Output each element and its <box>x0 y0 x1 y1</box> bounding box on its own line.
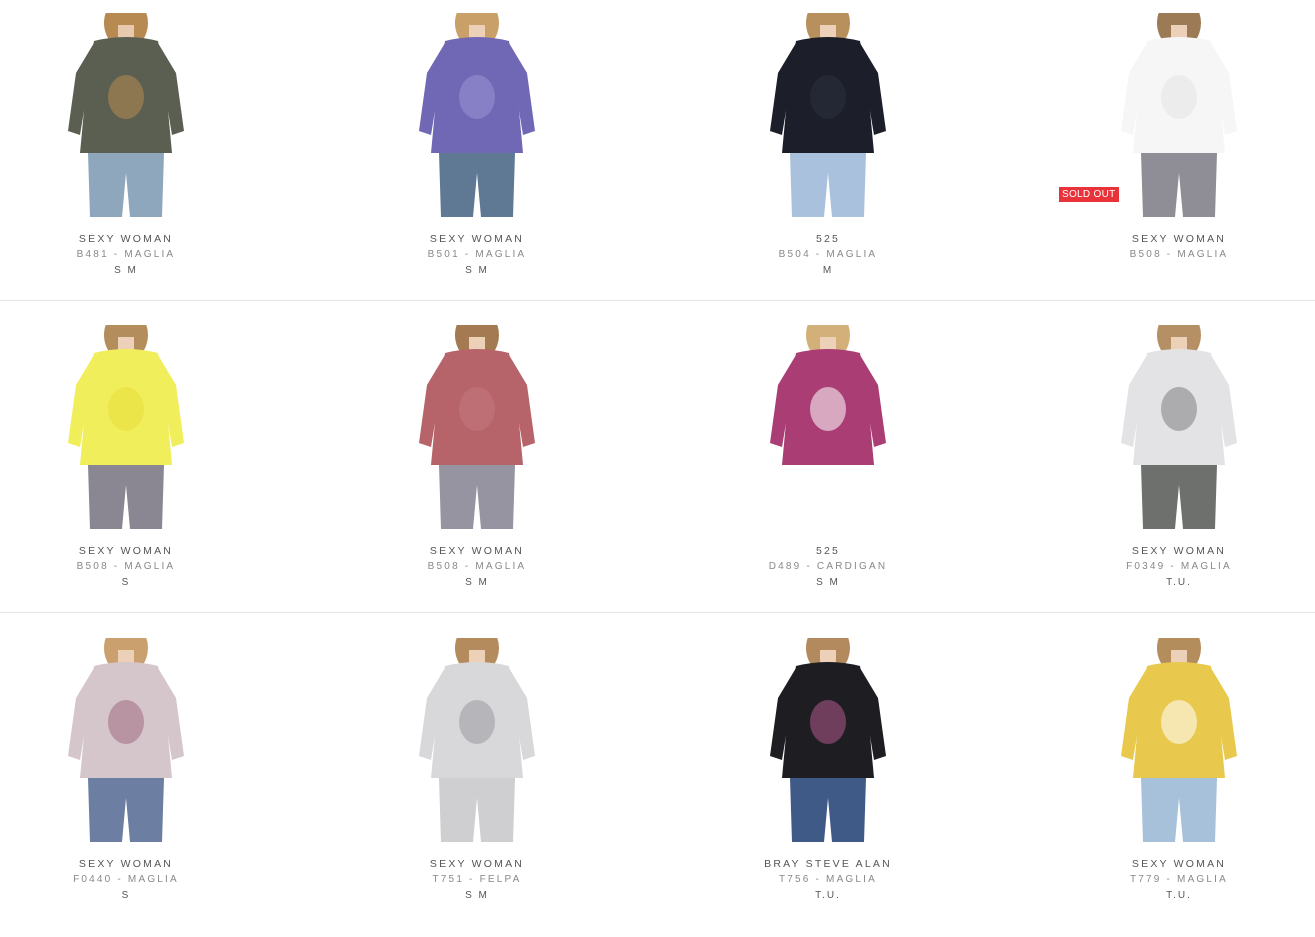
product-row: SEXY WOMAN B481 - MAGLIA S M SEXY WOMAN B501… <box>0 0 1315 312</box>
product-brand[interactable]: SEXY WOMAN <box>1029 233 1315 245</box>
product-card[interactable]: SEXY WOMAN F0349 - MAGLIA T.U. <box>1029 312 1315 612</box>
product-brand[interactable]: SEXY WOMAN <box>1029 858 1315 870</box>
product-brand[interactable]: SEXY WOMAN <box>327 858 627 870</box>
product-model[interactable]: F0349 - MAGLIA <box>1029 561 1315 572</box>
product-sizes: M <box>822 265 834 276</box>
product-sizes: S M <box>465 265 489 276</box>
product-brand[interactable]: SEXY WOMAN <box>0 233 276 245</box>
product-image[interactable] <box>1085 638 1273 842</box>
product-model[interactable]: B508 - MAGLIA <box>0 561 276 572</box>
product-sizes: S M <box>816 577 840 588</box>
product-sizes: S M <box>465 890 489 901</box>
product-model[interactable]: T779 - MAGLIA <box>1029 874 1315 885</box>
product-model[interactable]: B504 - MAGLIA <box>678 249 978 260</box>
product-image[interactable] <box>734 13 922 217</box>
product-model[interactable]: B501 - MAGLIA <box>327 249 627 260</box>
product-row: SEXY WOMAN B508 - MAGLIA S SEXY WOMAN B508 -… <box>0 312 1315 624</box>
product-card[interactable]: SEXY WOMAN B501 - MAGLIA S M <box>327 0 627 300</box>
product-brand[interactable]: SEXY WOMAN <box>0 545 276 557</box>
product-image[interactable] <box>383 13 571 217</box>
product-card[interactable]: SEXY WOMAN B508 - MAGLIA S <box>0 312 276 612</box>
product-model[interactable]: B508 - MAGLIA <box>1029 249 1315 260</box>
product-brand[interactable]: SEXY WOMAN <box>327 545 627 557</box>
product-brand[interactable]: 525 <box>678 233 978 245</box>
product-card[interactable]: BRAY STEVE ALAN T756 - MAGLIA T.U. <box>678 625 978 925</box>
product-image[interactable] <box>32 13 220 217</box>
product-sizes: T.U. <box>815 890 841 901</box>
product-image[interactable] <box>734 638 922 842</box>
product-sizes: S M <box>114 265 138 276</box>
product-card[interactable]: SEXY WOMAN F0440 - MAGLIA S <box>0 625 276 925</box>
product-sizes: T.U. <box>1166 890 1192 901</box>
product-image[interactable] <box>734 325 922 529</box>
product-card[interactable]: SEXY WOMAN B508 - MAGLIA SOLD OUT <box>1029 0 1315 300</box>
product-brand[interactable]: SEXY WOMAN <box>1029 545 1315 557</box>
product-image[interactable] <box>383 638 571 842</box>
product-brand[interactable]: BRAY STEVE ALAN <box>678 858 978 870</box>
product-model[interactable]: B508 - MAGLIA <box>327 561 627 572</box>
product-sizes: S M <box>465 577 489 588</box>
product-card[interactable]: SEXY WOMAN T779 - MAGLIA T.U. <box>1029 625 1315 925</box>
product-image[interactable] <box>383 325 571 529</box>
product-brand[interactable]: 525 <box>678 545 978 557</box>
product-image[interactable] <box>32 638 220 842</box>
sold-out-badge: SOLD OUT <box>1059 187 1119 202</box>
product-model[interactable]: D489 - CARDIGAN <box>678 561 978 572</box>
product-card[interactable]: SEXY WOMAN B508 - MAGLIA S M <box>327 312 627 612</box>
product-model[interactable]: T756 - MAGLIA <box>678 874 978 885</box>
product-brand[interactable]: SEXY WOMAN <box>0 858 276 870</box>
product-model[interactable]: B481 - MAGLIA <box>0 249 276 260</box>
product-sizes: T.U. <box>1166 577 1192 588</box>
product-sizes: S <box>121 890 131 901</box>
product-image[interactable] <box>1085 325 1273 529</box>
product-card[interactable]: 525 D489 - CARDIGAN S M <box>678 312 978 612</box>
product-card[interactable]: 525 B504 - MAGLIA M <box>678 0 978 300</box>
product-brand[interactable]: SEXY WOMAN <box>327 233 627 245</box>
product-sizes: S <box>121 577 131 588</box>
product-row: SEXY WOMAN F0440 - MAGLIA S SEXY WOMAN T751 … <box>0 625 1315 937</box>
product-image[interactable] <box>32 325 220 529</box>
product-model[interactable]: F0440 - MAGLIA <box>0 874 276 885</box>
product-card[interactable]: SEXY WOMAN B481 - MAGLIA S M <box>0 0 276 300</box>
product-model[interactable]: T751 - FELPA <box>327 874 627 885</box>
product-card[interactable]: SEXY WOMAN T751 - FELPA S M <box>327 625 627 925</box>
